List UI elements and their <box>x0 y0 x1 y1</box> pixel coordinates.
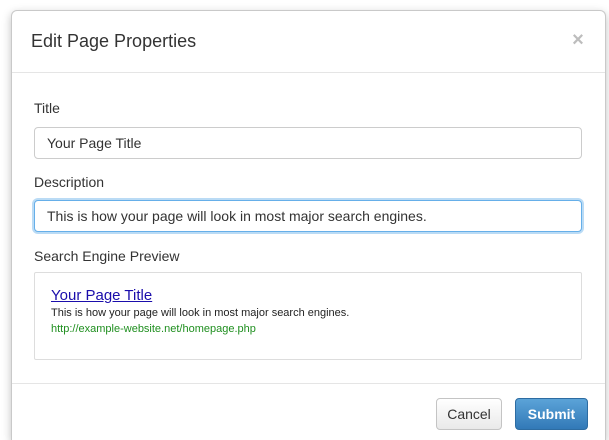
description-input[interactable] <box>34 200 582 232</box>
search-engine-preview-label: Search Engine Preview <box>34 248 180 264</box>
close-icon[interactable]: × <box>569 30 587 50</box>
dialog-title: Edit Page Properties <box>31 31 197 51</box>
dialog-header: Edit Page Properties × <box>12 11 605 73</box>
dialog-footer: Cancel Submit <box>12 383 605 440</box>
search-engine-preview-box: Your Page Title This is how your page wi… <box>34 272 582 360</box>
preview-title-link[interactable]: Your Page Title <box>51 287 565 305</box>
title-input[interactable] <box>34 127 582 159</box>
submit-button[interactable]: Submit <box>515 398 588 430</box>
page-backdrop: Edit Page Properties × Title Description… <box>0 0 609 440</box>
preview-url: http://example-website.net/homepage.php <box>51 323 256 335</box>
title-label: Title <box>34 100 60 116</box>
cancel-button[interactable]: Cancel <box>436 398 502 430</box>
preview-description: This is how your page will look in most … <box>51 307 350 319</box>
description-label: Description <box>34 174 105 190</box>
edit-page-properties-dialog: Edit Page Properties × Title Description… <box>11 10 606 440</box>
